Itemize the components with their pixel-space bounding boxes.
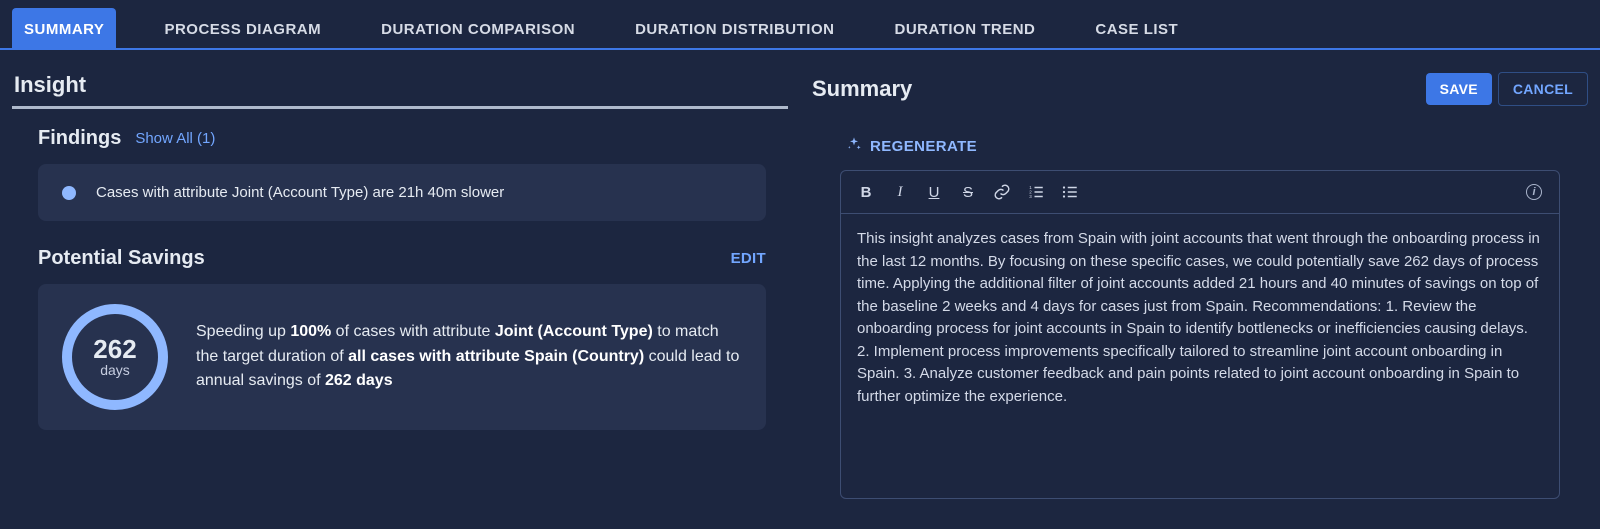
savings-t1: Speeding up <box>196 323 290 340</box>
editor-toolbar: B I U S 123 i <box>841 171 1559 214</box>
savings-ring-icon: 262 days <box>62 304 168 410</box>
edit-savings-link[interactable]: EDIT <box>731 250 766 267</box>
savings-b4: 262 days <box>325 372 393 389</box>
save-button[interactable]: SAVE <box>1426 73 1492 105</box>
cancel-button[interactable]: CANCEL <box>1498 72 1588 106</box>
summary-title: Summary <box>812 76 1426 102</box>
savings-b3: all cases with attribute Spain (Country) <box>348 348 644 365</box>
potential-savings-heading: Potential Savings <box>38 247 731 270</box>
sparkle-icon <box>846 136 862 156</box>
tab-duration-trend[interactable]: DURATION TREND <box>882 8 1047 48</box>
finding-status-dot-icon <box>62 186 76 200</box>
tab-case-list[interactable]: CASE LIST <box>1083 8 1190 48</box>
info-icon[interactable]: i <box>1519 177 1549 207</box>
summary-editor: B I U S 123 i This insight analyzes case <box>840 170 1560 499</box>
savings-card: 262 days Speeding up 100% of cases with … <box>38 284 766 430</box>
insight-underline <box>12 106 788 109</box>
savings-b1: 100% <box>290 323 331 340</box>
finding-text: Cases with attribute Joint (Account Type… <box>96 184 504 201</box>
findings-heading: Findings <box>38 127 121 150</box>
regenerate-button[interactable]: REGENERATE <box>846 136 1588 156</box>
finding-card[interactable]: Cases with attribute Joint (Account Type… <box>38 164 766 221</box>
summary-textarea[interactable]: This insight analyzes cases from Spain w… <box>841 214 1559 498</box>
bold-icon[interactable]: B <box>851 177 881 207</box>
findings-show-all-link[interactable]: Show All (1) <box>135 130 215 147</box>
underline-icon[interactable]: U <box>919 177 949 207</box>
tab-process-diagram[interactable]: PROCESS DIAGRAM <box>152 8 333 48</box>
ordered-list-icon[interactable]: 123 <box>1021 177 1051 207</box>
strikethrough-icon[interactable]: S <box>953 177 983 207</box>
regenerate-label: REGENERATE <box>870 138 977 155</box>
link-icon[interactable] <box>987 177 1017 207</box>
tab-summary[interactable]: SUMMARY <box>12 8 116 48</box>
tab-bar: SUMMARY PROCESS DIAGRAM DURATION COMPARI… <box>0 0 1600 50</box>
svg-text:3: 3 <box>1029 194 1032 199</box>
insight-title: Insight <box>14 72 788 98</box>
italic-icon[interactable]: I <box>885 177 915 207</box>
tab-duration-comparison[interactable]: DURATION COMPARISON <box>369 8 587 48</box>
savings-text: Speeding up 100% of cases with attribute… <box>196 320 742 394</box>
savings-t2: of cases with attribute <box>331 323 495 340</box>
savings-ring-unit: days <box>100 362 130 378</box>
savings-b2: Joint (Account Type) <box>495 323 653 340</box>
savings-ring-number: 262 <box>93 336 136 362</box>
unordered-list-icon[interactable] <box>1055 177 1085 207</box>
tab-duration-distribution[interactable]: DURATION DISTRIBUTION <box>623 8 846 48</box>
